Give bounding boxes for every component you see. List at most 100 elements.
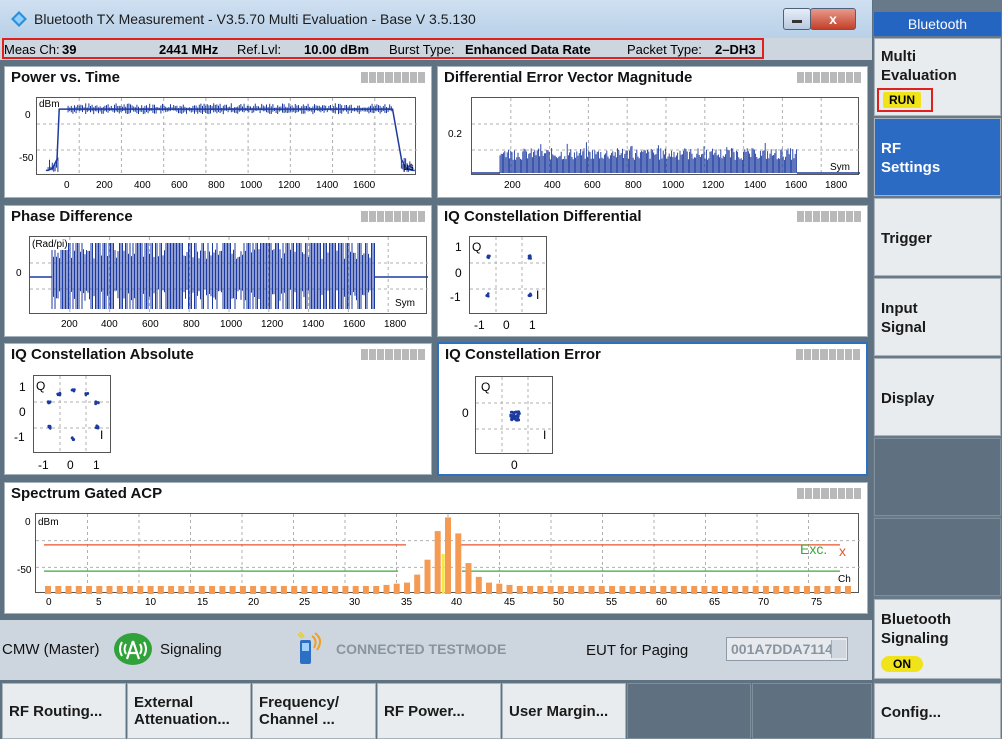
acp-bar (537, 586, 544, 594)
constellation-points (470, 237, 548, 315)
phase-plot (29, 236, 428, 315)
display-softkey[interactable]: Display (874, 358, 1001, 436)
acp-bar (106, 586, 113, 594)
result-meter-icon (361, 349, 425, 360)
config-softkey[interactable]: Config... (874, 683, 1001, 739)
acp-bar (588, 586, 595, 594)
burst-type-value: Enhanced Data Rate (465, 42, 591, 57)
status-bar: CMW (Master) Signaling CONNECTED TESTMOD… (0, 620, 872, 680)
input-signal-softkey[interactable]: Input Signal (874, 278, 1001, 356)
x-tick-label: 30 (349, 597, 361, 608)
rf-power-button[interactable]: RF Power... (377, 683, 501, 739)
packet-type-label: Packet Type: (627, 42, 702, 57)
panel-title: IQ Constellation Absolute (11, 346, 194, 363)
x-tick-label: 0 (64, 180, 70, 191)
x-tick-label: 800 (208, 180, 225, 191)
minimize-icon (792, 20, 802, 23)
eut-address-field[interactable]: 001A7DDA7114 (726, 637, 848, 661)
result-meter-icon (796, 349, 860, 360)
acp-bar (568, 586, 575, 594)
acp-bar (373, 586, 380, 594)
minimize-button[interactable] (783, 8, 811, 30)
power-vs-time-panel[interactable]: Power vs. Time dBm 0 -50 µs 0 200 400 60… (4, 66, 432, 198)
frequency-channel-button[interactable]: Frequency/ Channel ... (252, 683, 376, 739)
x-tick-label: 65 (709, 597, 721, 608)
softkey-label: RF Settings (881, 140, 941, 176)
acp-bar (188, 586, 195, 594)
x-unit-label: Ch (838, 574, 851, 585)
acp-bar (137, 586, 144, 594)
result-meter-icon (797, 72, 861, 83)
phase-difference-panel[interactable]: Phase Difference (Rad/pi) 0 Sym 200 400 … (4, 205, 432, 337)
q-axis-label: Q (472, 240, 482, 254)
acp-bar (311, 586, 318, 594)
devm-panel[interactable]: Differential Error Vector Magnitude 0.2 … (437, 66, 868, 198)
x-tick-label: 800 (183, 319, 200, 330)
iq-constellation-error-panel[interactable]: IQ Constellation Error Q I 0 0 (437, 342, 868, 476)
packet-type-value: 2–DH3 (715, 42, 756, 57)
empty-softkey (627, 683, 751, 739)
spectrum-acp-panel[interactable]: Spectrum Gated ACP dBm 0 -50 Exc. x Ch 0… (4, 482, 868, 614)
iq-constellation-differential-panel[interactable]: IQ Constellation Differential Q I 1 0 -1… (437, 205, 868, 337)
trigger-softkey[interactable]: Trigger (874, 198, 1001, 276)
acp-bar (219, 586, 226, 594)
meas-ch-value: 39 (62, 42, 77, 57)
panel-title: Differential Error Vector Magnitude (444, 69, 693, 86)
x-tick-label: -1 (38, 458, 49, 472)
x-tick-label: 75 (811, 597, 823, 608)
window-title: Bluetooth TX Measurement - V3.5.70 Multi… (34, 11, 476, 27)
x-unit-label: Sym (395, 298, 415, 309)
button-label: RF Power... (384, 703, 465, 720)
empty-softkey (752, 683, 872, 739)
close-button[interactable]: x (810, 8, 856, 30)
iq-constellation-absolute-panel[interactable]: IQ Constellation Absolute Q I 1 0 -1 -1 … (4, 343, 432, 475)
acp-plot (35, 513, 860, 594)
constellation-point (56, 392, 59, 396)
user-margin-button[interactable]: User Margin... (502, 683, 626, 739)
acp-bar (547, 586, 554, 594)
acp-bar (127, 586, 134, 594)
bluetooth-signaling-softkey[interactable]: Bluetooth Signaling ON (874, 599, 1001, 679)
x-tick-label: 20 (248, 597, 260, 608)
constellation-point (47, 424, 50, 428)
acp-bar (168, 586, 175, 594)
softkey-label: Bluetooth Signaling (881, 611, 951, 647)
acp-bar (229, 586, 236, 594)
acp-bar (486, 582, 492, 594)
acp-bar (629, 586, 636, 594)
acp-bar (496, 583, 503, 594)
acp-bar (434, 531, 441, 594)
multi-evaluation-softkey[interactable]: Multi Evaluation RUN (874, 38, 1001, 116)
ramp-noise (47, 157, 414, 172)
external-attenuation-button[interactable]: External Attenuation... (127, 683, 251, 739)
eut-address-value: 001A7DDA7114 (731, 641, 833, 657)
softkey-label: Display (881, 390, 935, 407)
panel-title: Power vs. Time (11, 69, 120, 86)
acp-bar (711, 586, 718, 594)
acp-bar (680, 586, 687, 594)
constellation-point (58, 393, 62, 397)
exceeded-label: Exc. (800, 541, 828, 557)
i-axis-label: I (536, 288, 540, 302)
rf-routing-button[interactable]: RF Routing... (2, 683, 126, 739)
button-label: RF Routing... (9, 703, 103, 720)
x-tick-label: 25 (299, 597, 311, 608)
acp-bar (445, 517, 451, 594)
rf-settings-softkey[interactable]: RF Settings (874, 118, 1001, 196)
panel-title: Phase Difference (11, 208, 133, 225)
title-bar[interactable]: Bluetooth TX Measurement - V3.5.70 Multi… (0, 0, 872, 39)
x-tick-label: 800 (625, 180, 642, 191)
acp-bar (116, 586, 123, 594)
constellation-point (97, 401, 100, 405)
error-point (511, 414, 515, 417)
dropdown-icon[interactable] (831, 640, 846, 658)
connected-phone-icon (297, 631, 321, 664)
y-tick-label: -1 (14, 430, 25, 444)
result-meter-icon (797, 488, 861, 499)
i-axis-label: I (100, 428, 104, 442)
panel-title: Spectrum Gated ACP (11, 485, 163, 502)
y-tick-label: 0 (25, 517, 31, 528)
error-point (516, 418, 520, 421)
acp-bar (270, 586, 277, 594)
acp-bar (465, 563, 472, 594)
